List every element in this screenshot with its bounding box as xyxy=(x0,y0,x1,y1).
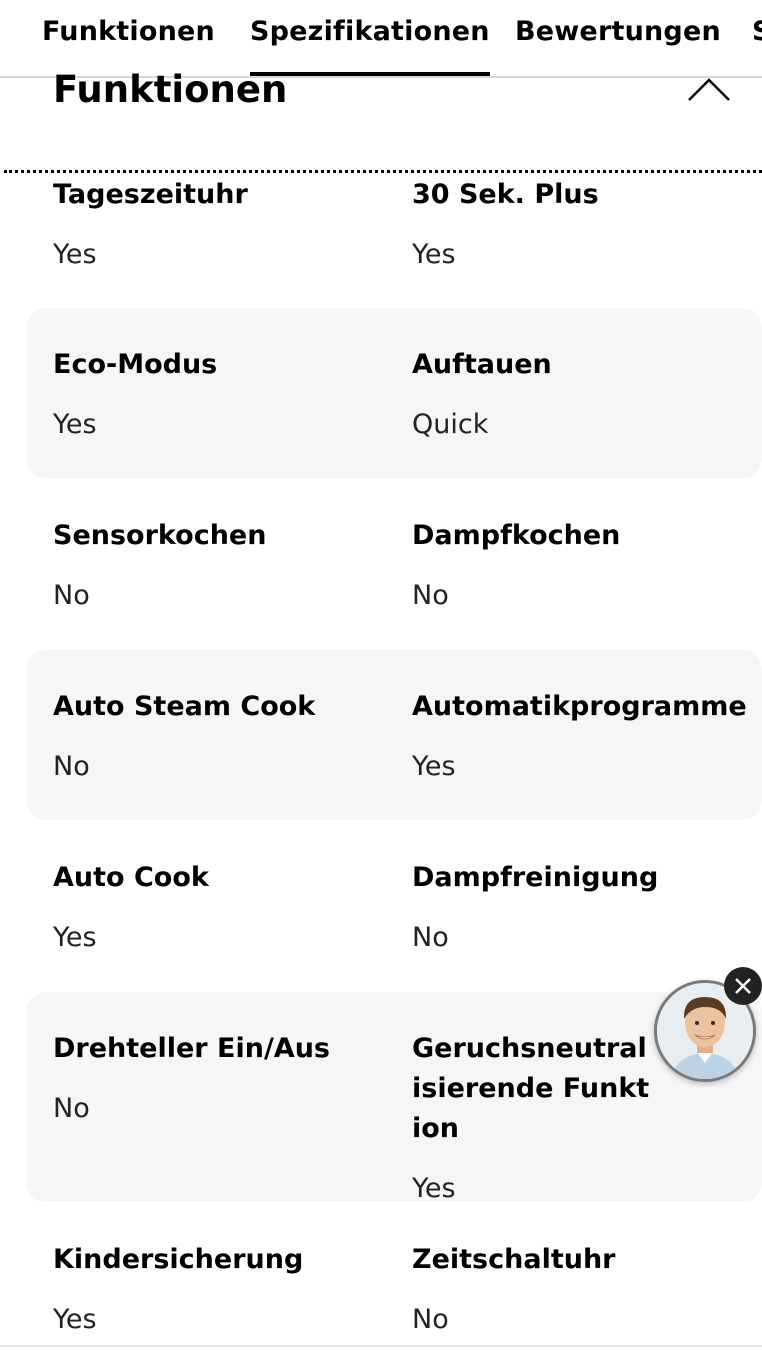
spec-row: Auto Cook Yes Dampfreinigung No xyxy=(26,821,762,991)
spec-label: Automatikprogramme xyxy=(412,691,747,722)
spec-item: Auto Steam Cook No xyxy=(53,654,383,787)
spec-label: Geruchsneutralisierende Funktion xyxy=(412,1033,650,1144)
spec-item: Tageszeituhr Yes xyxy=(53,142,383,275)
spec-value: Yes xyxy=(53,922,97,953)
spec-row: Eco-Modus Yes Auftauen Quick xyxy=(26,308,762,478)
spec-row: Tageszeituhr Yes 30 Sek. Plus Yes xyxy=(26,142,762,292)
spec-item: Drehteller Ein/Aus No xyxy=(53,996,383,1129)
spec-value: No xyxy=(412,922,449,953)
spec-label: Auto Steam Cook xyxy=(53,691,316,722)
spec-item: Zeitschaltuhr No xyxy=(412,1207,742,1340)
spec-row: Kindersicherung Yes Zeitschaltuhr No xyxy=(26,1203,762,1345)
spec-label: Tageszeituhr xyxy=(53,179,248,210)
spec-label: Dampfkochen xyxy=(412,520,621,551)
spec-value: Yes xyxy=(412,239,456,270)
spec-label: Drehteller Ein/Aus xyxy=(53,1033,330,1064)
spec-row: Auto Steam Cook No Automatikprogramme Ye… xyxy=(26,650,762,820)
spec-label: Auto Cook xyxy=(53,862,209,893)
spec-label: Sensorkochen xyxy=(53,520,267,551)
spec-value: Yes xyxy=(53,409,97,440)
tab-bewertungen[interactable]: Bewertungen xyxy=(515,0,721,76)
spec-item: Geruchsneutralisierende Funktion Yes xyxy=(412,996,652,1209)
spec-value: Yes xyxy=(53,1304,97,1335)
spec-value: Yes xyxy=(53,239,97,270)
spec-label: Eco-Modus xyxy=(53,349,218,380)
tab-next[interactable]: S xyxy=(752,0,762,76)
spec-item: Dampfkochen No xyxy=(412,483,742,616)
spec-label: Zeitschaltuhr xyxy=(412,1244,616,1275)
bottom-divider xyxy=(0,1345,762,1347)
spec-item: Auftauen Quick xyxy=(412,312,742,445)
spec-row: Sensorkochen No Dampfkochen No xyxy=(26,479,762,649)
chat-close-button[interactable] xyxy=(724,967,762,1005)
spec-item: Automatikprogramme Yes xyxy=(412,654,747,787)
close-icon xyxy=(735,978,751,994)
tab-funktionen[interactable]: Funktionen xyxy=(42,0,215,76)
spec-value: No xyxy=(53,1093,90,1124)
chevron-up-icon xyxy=(688,78,730,101)
tab-spezifikationen[interactable]: Spezifikationen xyxy=(250,0,490,76)
spec-value: No xyxy=(412,1304,449,1335)
collapse-button[interactable] xyxy=(686,72,732,108)
spec-label: 30 Sek. Plus xyxy=(412,179,599,210)
tab-bar: Funktionen Spezifikationen Bewertungen S xyxy=(0,0,762,78)
spec-item: Kindersicherung Yes xyxy=(53,1207,383,1340)
spec-value: Yes xyxy=(412,751,456,782)
spec-label: Auftauen xyxy=(412,349,552,380)
spec-value: No xyxy=(53,580,90,611)
section-title: Funktionen xyxy=(53,68,288,111)
spec-value: No xyxy=(53,751,90,782)
spec-row: Drehteller Ein/Aus No Geruchsneutralisie… xyxy=(26,992,762,1204)
spec-label: Kindersicherung xyxy=(53,1244,304,1275)
spec-item: Eco-Modus Yes xyxy=(53,312,383,445)
spec-item: Auto Cook Yes xyxy=(53,825,383,958)
spec-item: 30 Sek. Plus Yes xyxy=(412,142,742,275)
spec-item: Dampfreinigung No xyxy=(412,825,742,958)
spec-label: Dampfreinigung xyxy=(412,862,659,893)
spec-value: No xyxy=(412,580,449,611)
spec-item: Sensorkochen No xyxy=(53,483,383,616)
spec-value: Quick xyxy=(412,409,489,440)
